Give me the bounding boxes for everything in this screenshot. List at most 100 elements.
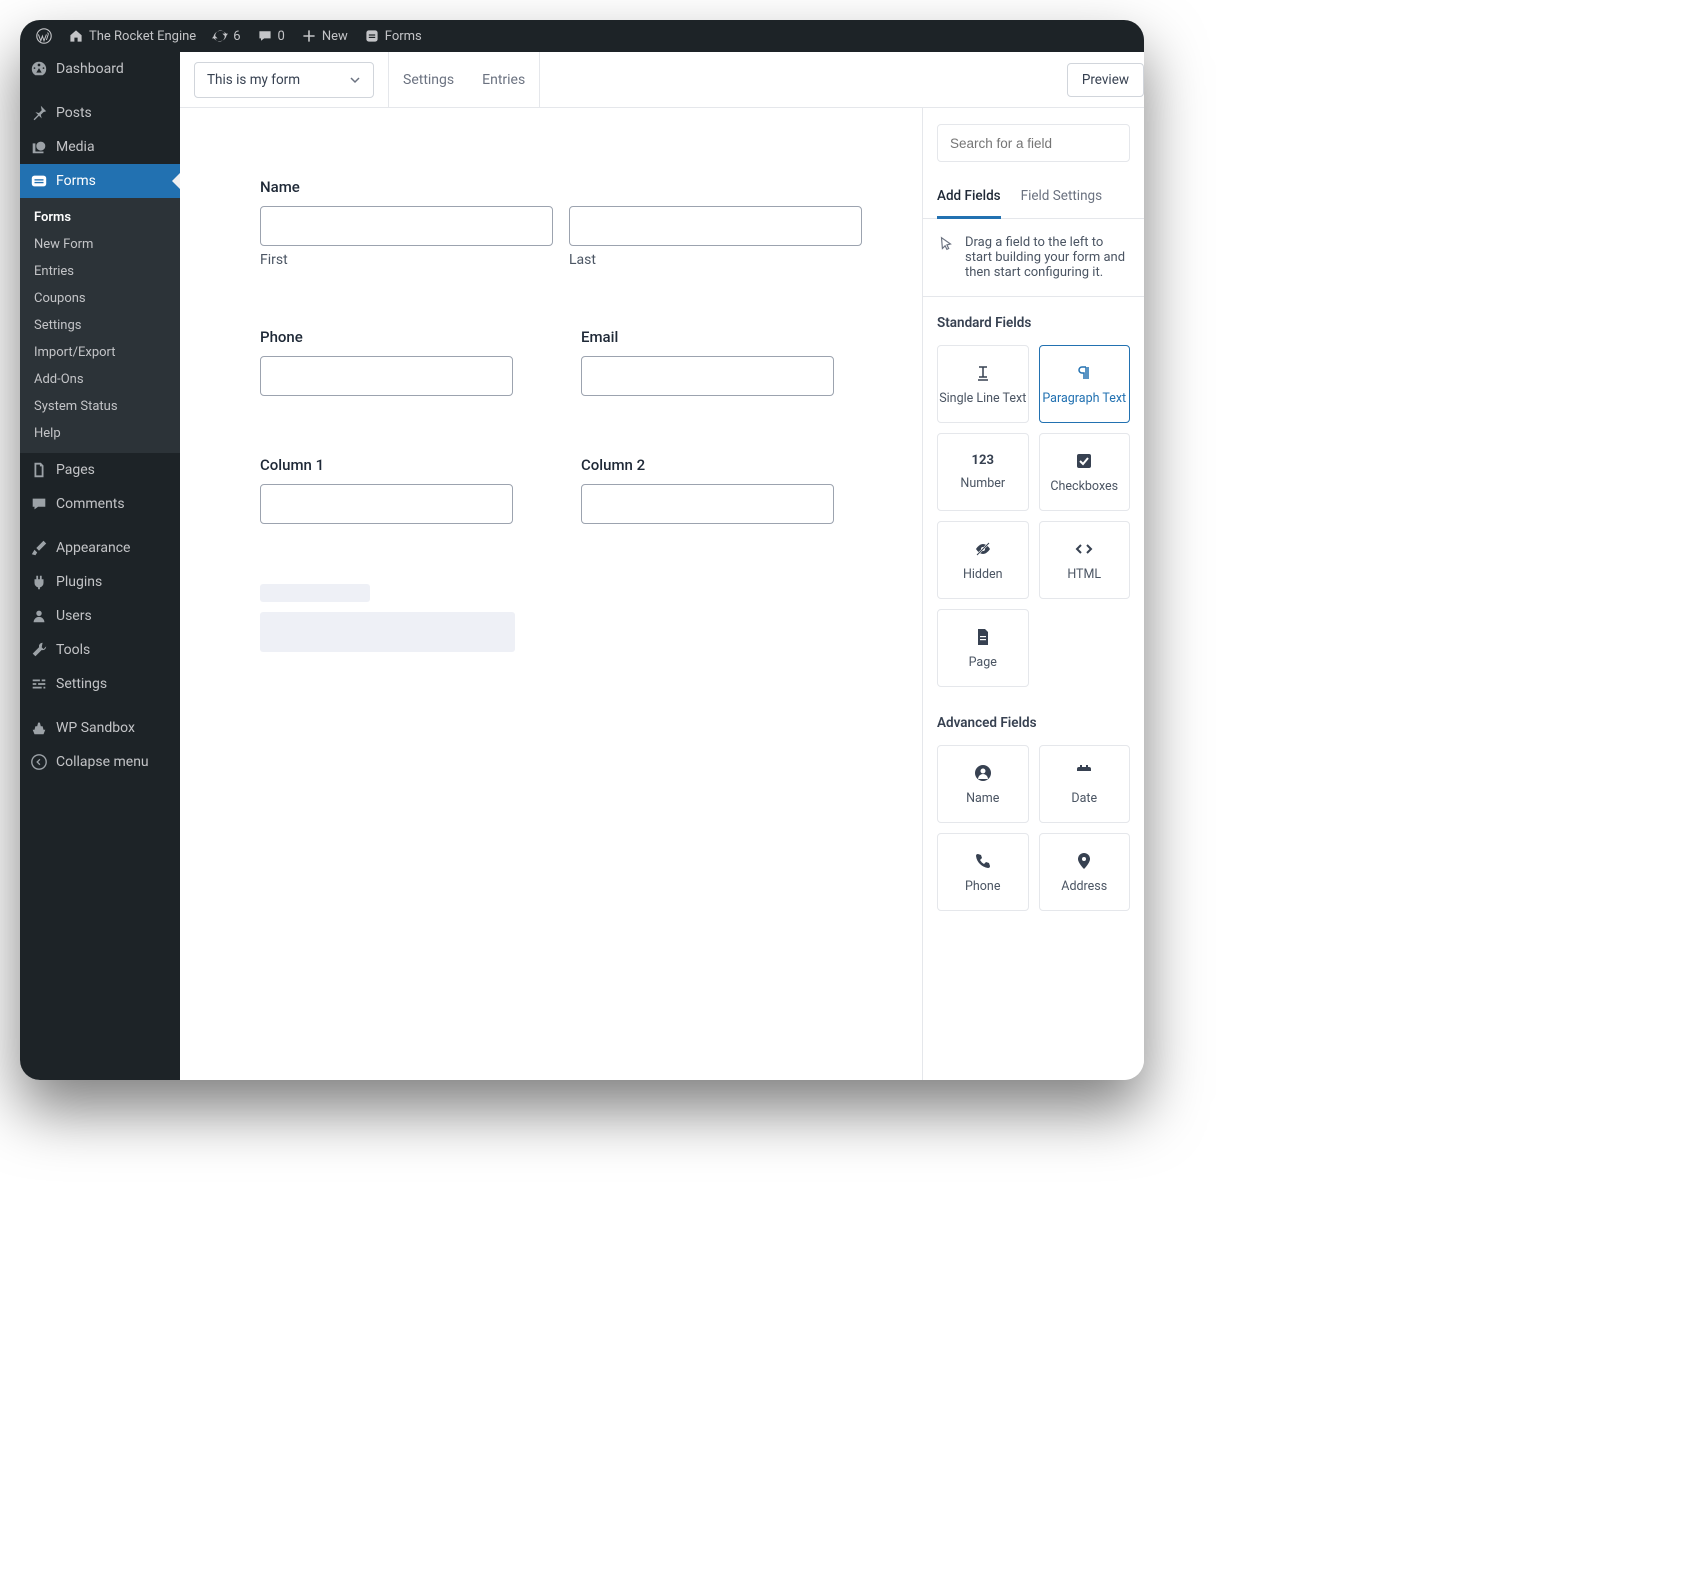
field-label: Phone [260,328,541,346]
comment-icon [257,28,273,44]
submenu-item-settings[interactable]: Settings [20,312,180,339]
form-selector[interactable]: This is my form [194,62,374,98]
sidebar-item-label: Users [56,608,92,624]
submenu-item-system-status[interactable]: System Status [20,393,180,420]
sidebar-item-label: Media [56,139,95,155]
forms-icon [364,28,380,44]
field-card-label: Name [966,791,999,806]
field-card-paragraph-text[interactable]: Paragraph Text [1039,345,1131,423]
user-circle-icon [973,763,993,783]
field-card-label: Date [1071,791,1097,806]
first-name-input[interactable] [260,206,553,246]
field-phone[interactable]: Phone [260,328,541,396]
brush-icon [30,539,48,557]
sidebar-submenu-forms: Forms New Form Entries Coupons Settings … [20,198,180,453]
sidebar-item-media[interactable]: Media [20,130,180,164]
field-column-2[interactable]: Column 2 [581,456,862,524]
field-card-html[interactable]: HTML [1039,521,1131,599]
sidebar-collapse[interactable]: Collapse menu [20,745,180,779]
sidebar-item-comments[interactable]: Comments [20,487,180,521]
text-icon [973,363,993,383]
adminbar-new[interactable]: New [293,20,356,52]
sliders-icon [30,675,48,693]
field-card-label: Checkboxes [1050,479,1118,494]
placeholder-input [260,612,515,652]
plug-icon [30,573,48,591]
field-card-checkboxes[interactable]: Checkboxes [1039,433,1131,511]
field-email[interactable]: Email [581,328,862,396]
tab-add-fields[interactable]: Add Fields [937,178,1001,219]
comments-count: 0 [278,29,285,44]
adminbar-updates[interactable]: 6 [204,20,248,52]
field-card-label: Paragraph Text [1042,391,1126,406]
preview-button[interactable]: Preview [1067,63,1144,97]
sidebar-item-users[interactable]: Users [20,599,180,633]
submenu-item-coupons[interactable]: Coupons [20,285,180,312]
sidebar-item-plugins[interactable]: Plugins [20,565,180,599]
last-name-input[interactable] [569,206,862,246]
field-card-label: Hidden [963,567,1003,582]
sidebar-item-posts[interactable]: Posts [20,96,180,130]
submenu-item-forms[interactable]: Forms [20,204,180,231]
updates-icon [212,28,228,44]
sidebar-item-label: Comments [56,496,125,512]
column-2-input[interactable] [581,484,834,524]
field-card-label: Single Line Text [939,391,1026,406]
field-column-1[interactable]: Column 1 [260,456,541,524]
context-label: Forms [385,29,422,44]
sidebar-item-label: Forms [56,173,96,189]
field-placeholder[interactable] [260,584,862,652]
sidebar-item-label: Settings [56,676,107,692]
hidden-icon [973,539,993,559]
field-card-page[interactable]: Page [937,609,1029,687]
editor-topbar: This is my form Settings Entries Preview [180,52,1144,108]
forms-icon [30,172,48,190]
sidebar-item-wp-sandbox[interactable]: WP Sandbox [20,711,180,745]
topbar-link-entries[interactable]: Entries [468,52,539,108]
field-card-name[interactable]: Name [937,745,1029,823]
submenu-item-new-form[interactable]: New Form [20,231,180,258]
adminbar-comments[interactable]: 0 [249,20,293,52]
phone-input[interactable] [260,356,513,396]
field-card-phone[interactable]: Phone [937,833,1029,911]
tab-field-settings[interactable]: Field Settings [1021,178,1102,218]
number-icon: 123 [972,453,994,468]
email-input[interactable] [581,356,834,396]
user-icon [30,607,48,625]
submenu-item-addons[interactable]: Add-Ons [20,366,180,393]
topbar-link-settings[interactable]: Settings [389,52,468,108]
chevron-down-icon [349,74,361,86]
sidebar-item-appearance[interactable]: Appearance [20,531,180,565]
adminbar-site[interactable]: The Rocket Engine [60,20,204,52]
sidebar-item-label: Tools [56,642,90,658]
sidebar-item-pages[interactable]: Pages [20,453,180,487]
submenu-item-help[interactable]: Help [20,420,180,447]
calendar-icon [1074,763,1094,783]
main-content: This is my form Settings Entries Preview… [180,52,1144,1080]
field-panel: Add Fields Field Settings Drag a field t… [922,108,1144,1080]
field-card-hidden[interactable]: Hidden [937,521,1029,599]
submenu-item-entries[interactable]: Entries [20,258,180,285]
submenu-item-import-export[interactable]: Import/Export [20,339,180,366]
adminbar-context[interactable]: Forms [356,20,430,52]
location-icon [1074,851,1094,871]
field-card-number[interactable]: 123 Number [937,433,1029,511]
page-icon [973,627,993,647]
field-card-address[interactable]: Address [1039,833,1131,911]
field-name[interactable]: Name First Last [260,178,862,268]
field-card-single-line-text[interactable]: Single Line Text [937,345,1029,423]
sidebar-item-dashboard[interactable]: Dashboard [20,52,180,86]
field-card-date[interactable]: Date [1039,745,1131,823]
section-advanced-fields: Advanced Fields [923,697,1144,745]
wrench-icon [30,641,48,659]
admin-sidebar: Dashboard Posts Media Forms Forms New Fo… [20,52,180,1080]
sub-label: First [260,252,553,268]
sidebar-item-tools[interactable]: Tools [20,633,180,667]
column-1-input[interactable] [260,484,513,524]
sidebar-item-forms[interactable]: Forms [20,164,180,198]
search-input[interactable] [937,124,1130,162]
sub-label: Last [569,252,862,268]
adminbar-wordpress[interactable] [28,20,60,52]
sidebar-item-settings[interactable]: Settings [20,667,180,701]
cursor-icon [937,235,955,253]
